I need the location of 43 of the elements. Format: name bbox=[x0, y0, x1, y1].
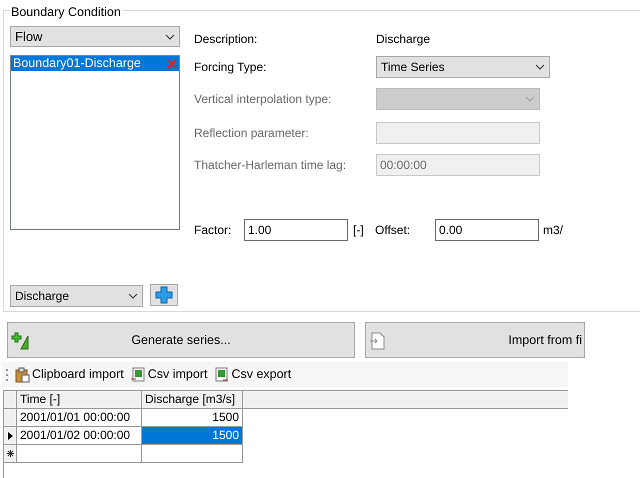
action-button[interactable]: Import from fi bbox=[365, 322, 585, 358]
new-row-icon bbox=[6, 450, 14, 457]
toolbar-button[interactable]: Csv import bbox=[130, 365, 208, 384]
column-header[interactable]: Time [-] bbox=[17, 391, 142, 408]
document-import-icon bbox=[369, 332, 385, 350]
chart-plus-icon bbox=[11, 332, 29, 350]
delete-icon[interactable] bbox=[167, 58, 177, 68]
factor-field[interactable]: 1.00 bbox=[244, 219, 348, 241]
action-button[interactable]: Generate series... bbox=[7, 322, 355, 358]
spreadsheet-icon bbox=[213, 366, 230, 382]
current-row-icon bbox=[8, 432, 12, 440]
category-dropdown[interactable]: Flow bbox=[10, 26, 180, 47]
boundary-list[interactable]: Boundary01-Discharge bbox=[10, 55, 180, 230]
property-label: Thatcher-Harleman time lag: bbox=[194, 157, 348, 174]
table-cell[interactable]: 2001/01/01 00:00:00 bbox=[17, 409, 142, 427]
table-cell[interactable]: 1500 bbox=[142, 427, 243, 445]
toolbar-button[interactable]: Clipboard import bbox=[14, 365, 124, 384]
plus-icon bbox=[155, 286, 173, 304]
offset-unit: m3/ bbox=[543, 222, 564, 239]
chevron-icon bbox=[165, 34, 175, 40]
row-header[interactable] bbox=[4, 427, 17, 445]
spreadsheet-icon bbox=[130, 366, 146, 382]
offset-field[interactable]: 0.00 bbox=[435, 219, 539, 241]
toolbar-button[interactable]: Csv export bbox=[213, 365, 292, 384]
property-dropdown[interactable]: Time Series bbox=[376, 56, 550, 78]
property-label: Reflection parameter: bbox=[194, 125, 310, 142]
row-header[interactable] bbox=[4, 445, 17, 463]
add-button[interactable] bbox=[150, 284, 178, 306]
factor-label: Factor: bbox=[194, 222, 232, 239]
property-label: Description: bbox=[194, 31, 258, 48]
quantity-dropdown[interactable]: Discharge bbox=[10, 285, 143, 307]
factor-unit: [-] bbox=[353, 222, 365, 239]
chevron-icon bbox=[525, 96, 535, 102]
chevron-icon bbox=[535, 64, 545, 70]
boundary-item[interactable]: Boundary01-Discharge bbox=[11, 56, 179, 71]
empty-cell[interactable] bbox=[142, 445, 243, 463]
property-label: Forcing Type: bbox=[194, 59, 268, 76]
property-label: Vertical interpolation type: bbox=[194, 91, 332, 108]
description-value: Discharge bbox=[376, 31, 430, 48]
chevron-icon bbox=[128, 293, 138, 299]
offset-label: Offset: bbox=[375, 222, 412, 239]
clipboard-icon bbox=[14, 366, 30, 382]
column-header[interactable]: Discharge [m3/s] bbox=[142, 391, 243, 408]
